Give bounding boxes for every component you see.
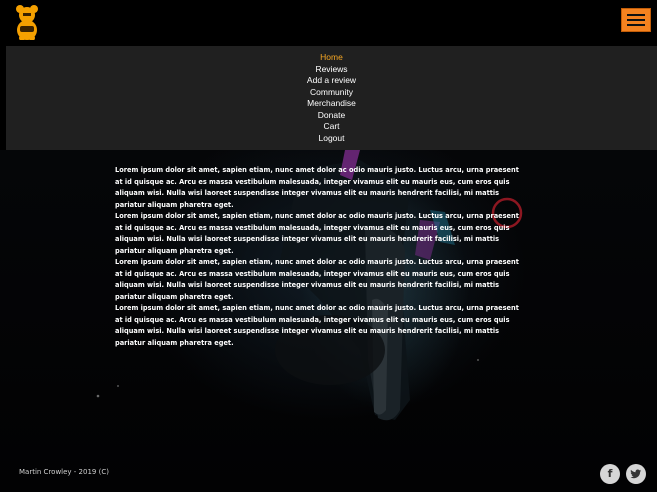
main-content: Lorem ipsum dolor sit amet, sapien etiam… [115,165,525,349]
nav-item-add-review[interactable]: Add a review [6,75,657,87]
hamburger-line [627,14,645,16]
twitter-icon[interactable] [626,464,646,484]
content-paragraph: Lorem ipsum dolor sit amet, sapien etiam… [115,258,519,301]
footer-copyright: Martin Crowley - 2019 (C) [19,468,109,476]
content-paragraph: Lorem ipsum dolor sit amet, sapien etiam… [115,166,519,209]
nav-item-cart[interactable]: Cart [6,121,657,133]
nav-item-merchandise[interactable]: Merchandise [6,98,657,110]
nav-item-reviews[interactable]: Reviews [6,64,657,76]
hamburger-line [627,19,645,21]
nav-list: Home Reviews Add a review Community Merc… [6,46,657,144]
twitter-bird-glyph [630,469,642,479]
nav-item-donate[interactable]: Donate [6,110,657,122]
hamburger-menu-button[interactable] [621,8,651,32]
facebook-icon[interactable]: f [600,464,620,484]
bear-mascot-icon[interactable] [14,4,40,41]
content-paragraph: Lorem ipsum dolor sit amet, sapien etiam… [115,304,519,347]
nav-item-community[interactable]: Community [6,87,657,99]
content-paragraph: Lorem ipsum dolor sit amet, sapien etiam… [115,212,519,255]
top-header-bar [0,0,657,46]
nav-item-logout[interactable]: Logout [6,133,657,145]
nav-item-home[interactable]: Home [6,52,657,64]
hamburger-line [627,24,645,26]
main-navigation: Home Reviews Add a review Community Merc… [6,46,657,150]
